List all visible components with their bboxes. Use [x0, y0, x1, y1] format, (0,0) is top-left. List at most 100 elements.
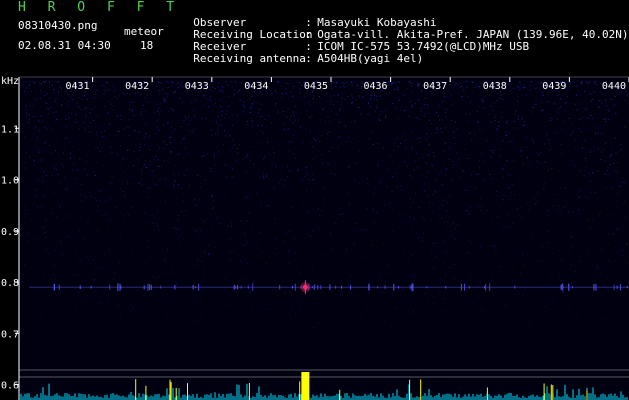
noise-dot — [376, 107, 378, 109]
noise-dot — [469, 113, 470, 115]
noise-dot — [264, 156, 265, 158]
noise-dot — [156, 144, 158, 146]
noise-dot — [351, 102, 353, 104]
noise-dot — [446, 109, 448, 111]
noise-dot — [409, 329, 411, 331]
noise-dot — [48, 314, 50, 316]
noise-dot — [446, 311, 448, 313]
noise-dot — [535, 99, 537, 101]
noise-dot — [59, 264, 61, 266]
noise-dot — [388, 81, 390, 83]
noise-dot — [394, 142, 396, 144]
noise-dot — [313, 138, 315, 140]
noise-dot — [240, 260, 241, 262]
noise-dot — [305, 189, 307, 191]
noise-dot — [613, 170, 615, 172]
noise-dot — [380, 142, 382, 144]
noise-dot — [181, 93, 183, 95]
noise-dot — [243, 203, 245, 205]
noise-dot — [497, 126, 499, 127]
noise-dot — [534, 202, 536, 204]
noise-dot — [112, 86, 114, 87]
noise-dot — [598, 325, 600, 327]
noise-dot — [275, 164, 277, 166]
noise-dot — [615, 259, 617, 261]
noise-dot — [282, 282, 284, 284]
noise-dot — [71, 294, 73, 296]
noise-dot — [547, 138, 549, 140]
noise-dot — [595, 267, 597, 268]
noise-dot — [225, 113, 227, 115]
noise-dot — [193, 115, 195, 117]
noise-dot — [376, 99, 378, 101]
noise-dot — [288, 108, 290, 110]
noise-dot — [89, 191, 91, 193]
noise-dot — [441, 217, 443, 219]
noise-dot — [452, 223, 454, 225]
noise-dot — [213, 104, 215, 106]
noise-dot — [349, 170, 351, 171]
noise-dot — [53, 168, 55, 169]
noise-dot — [299, 88, 301, 90]
noise-dot — [69, 152, 71, 154]
noise-dot — [163, 141, 164, 143]
noise-dot — [242, 277, 244, 279]
noise-dot — [295, 157, 297, 159]
noise-dot — [495, 114, 497, 116]
noise-dot — [424, 190, 426, 192]
noise-dot — [558, 211, 559, 213]
noise-dot — [549, 138, 551, 140]
noise-dot — [426, 296, 428, 298]
noise-dot — [413, 309, 415, 311]
noise-dot — [532, 155, 534, 157]
noise-dot — [617, 228, 619, 230]
noise-dot — [41, 83, 42, 85]
freq-tick-label: 0.8 — [1, 278, 19, 289]
noise-dot — [243, 101, 244, 103]
noise-dot — [31, 219, 33, 220]
noise-dot — [60, 182, 62, 184]
noise-dot — [446, 210, 448, 212]
noise-dot — [474, 132, 476, 134]
noise-dot — [537, 191, 539, 193]
noise-dot — [262, 115, 263, 117]
noise-dot — [66, 215, 68, 217]
noise-dot — [51, 129, 53, 131]
noise-dot — [96, 309, 98, 310]
noise-dot — [452, 167, 454, 169]
noise-dot — [426, 107, 428, 109]
noise-dot — [161, 88, 163, 90]
noise-dot — [282, 322, 284, 324]
noise-dot — [179, 153, 181, 155]
noise-dot — [29, 102, 31, 104]
noise-dot — [40, 115, 42, 117]
noise-dot — [321, 154, 323, 155]
noise-dot — [341, 196, 342, 198]
noise-dot — [298, 169, 299, 171]
noise-dot — [192, 128, 194, 130]
noise-dot — [357, 85, 359, 87]
noise-dot — [403, 253, 405, 255]
noise-dot — [164, 178, 166, 180]
noise-dot — [480, 210, 482, 212]
noise-dot — [27, 210, 29, 212]
noise-dot — [536, 160, 538, 162]
noise-dot — [48, 108, 50, 110]
noise-dot — [499, 216, 501, 218]
noise-dot — [521, 118, 523, 120]
noise-dot — [63, 315, 65, 317]
noise-dot — [594, 179, 596, 181]
noise-dot — [354, 180, 356, 181]
noise-dot — [599, 99, 601, 101]
noise-dot — [189, 129, 191, 131]
noise-dot — [263, 176, 265, 178]
noise-dot — [135, 130, 137, 132]
noise-dot — [249, 291, 251, 293]
noise-dot — [432, 93, 434, 95]
noise-dot — [339, 108, 341, 110]
noise-dot — [473, 222, 475, 224]
noise-dot — [274, 288, 276, 290]
noise-dot — [250, 106, 251, 108]
noise-dot — [414, 103, 416, 105]
noise-dot — [398, 89, 400, 91]
